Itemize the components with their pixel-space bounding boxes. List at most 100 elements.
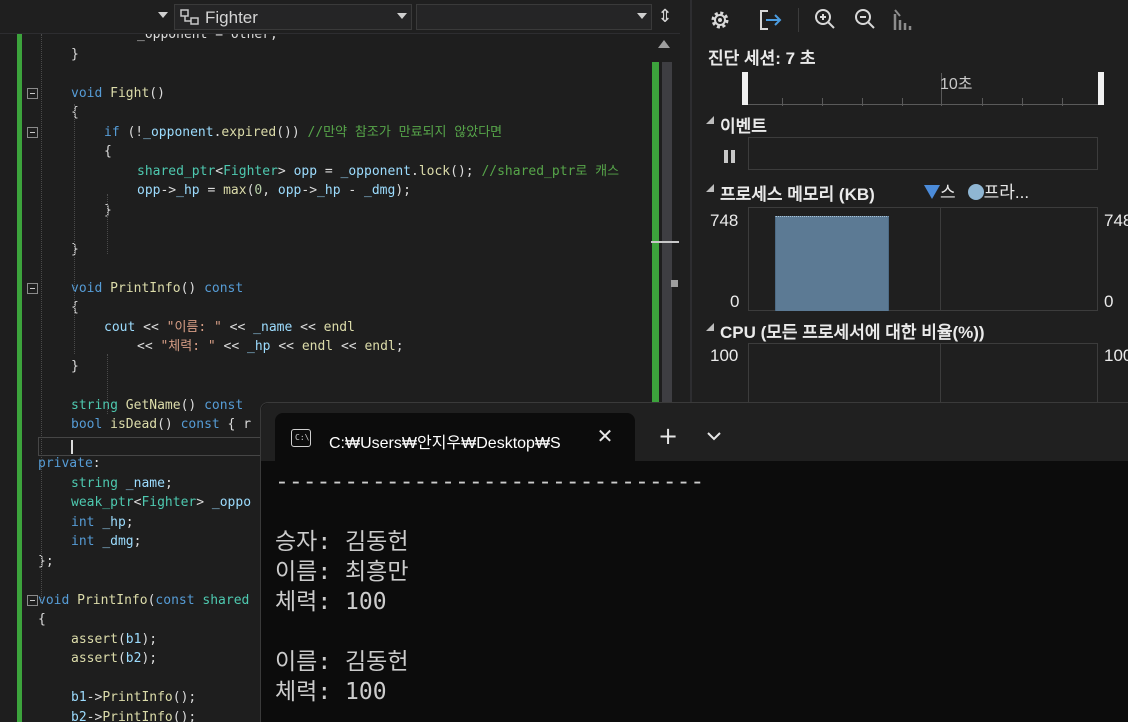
code-token: {: [104, 144, 112, 159]
terminal-tab[interactable]: C:\ C:₩Users₩안지우₩Desktop₩S ✕: [275, 413, 635, 461]
code-token: string: [71, 397, 126, 413]
code-line[interactable]: cout << "이름: " << _name << endl: [0, 318, 650, 337]
code-line[interactable]: shared_ptr<Fighter> opp = _opponent.lock…: [0, 162, 650, 181]
code-line[interactable]: }: [0, 45, 650, 64]
code-token: _oppo: [211, 495, 252, 510]
terminal-line: 체력: 100: [275, 679, 387, 705]
timeline-end-handle[interactable]: [1098, 72, 1104, 105]
collapse-triangle-icon[interactable]: [706, 116, 714, 124]
code-token: (: [117, 631, 126, 647]
code-line[interactable]: << "체력: " << _hp << endl << endl;: [0, 337, 650, 356]
timeline-tick: [982, 98, 983, 106]
code-token: ->: [86, 709, 103, 722]
code-token: GetName: [125, 397, 181, 413]
close-icon[interactable]: ✕: [595, 425, 615, 447]
new-tab-plus-icon[interactable]: +: [657, 423, 679, 449]
code-token: }: [71, 46, 79, 62]
navigation-bar: Fighter ⇕: [0, 0, 680, 34]
code-line[interactable]: if (!_opponent.expired()) //만약 참조가 만료되지 …: [0, 123, 650, 142]
code-token: //만약 참조가 만료되지 않았다면: [307, 124, 503, 140]
scrollbar-change-marker: [652, 62, 659, 407]
pause-icon[interactable]: [724, 150, 736, 163]
scrollbar-thumb[interactable]: [662, 62, 672, 407]
terminal-output[interactable]: ------------------------------- 승자: 김동헌 이름…: [275, 467, 1115, 707]
zoom-in-icon[interactable]: [814, 8, 836, 32]
fold-toggle-icon[interactable]: [27, 282, 38, 294]
code-line[interactable]: [0, 376, 650, 395]
code-line[interactable]: [0, 259, 650, 278]
code-text: void Fight(): [71, 84, 165, 103]
text-caret: [71, 440, 73, 454]
chart-icon[interactable]: [892, 8, 914, 32]
code-token: ()): [276, 124, 308, 140]
cpu-y-max-right: 100: [1104, 346, 1128, 365]
memory-y-min-left: 0: [730, 292, 740, 311]
code-token: int: [71, 514, 103, 530]
code-text: string _name;: [71, 474, 173, 493]
collapse-triangle-icon[interactable]: [706, 323, 714, 331]
code-line[interactable]: void Fight(): [0, 84, 650, 103]
code-token: endl: [364, 339, 396, 354]
code-token: <<: [270, 339, 302, 354]
code-line[interactable]: [0, 64, 650, 83]
member-dropdown[interactable]: [416, 4, 652, 30]
timeline-tick-label: 10초: [940, 76, 973, 93]
code-line[interactable]: [0, 220, 650, 239]
code-line[interactable]: void PrintInfo() const: [0, 279, 650, 298]
scroll-up-arrow-icon[interactable]: [658, 40, 670, 48]
terminal-line: 체력: 100: [275, 589, 387, 615]
events-track[interactable]: [748, 137, 1098, 170]
code-line[interactable]: }: [0, 357, 650, 376]
class-icon: [180, 9, 199, 25]
code-text: if (!_opponent.expired()) //만약 참조가 만료되지 …: [104, 123, 502, 142]
fold-toggle-icon[interactable]: [27, 87, 38, 99]
code-line[interactable]: }: [0, 201, 650, 220]
code-token: assert: [71, 631, 118, 647]
terminal-window[interactable]: C:\ C:₩Users₩안지우₩Desktop₩S ✕ + ---------…: [260, 402, 1128, 722]
chevron-down-icon: [158, 12, 168, 18]
gear-icon[interactable]: [708, 8, 732, 32]
code-token: );: [141, 651, 158, 666]
terminal-line: -------------------------------: [275, 469, 705, 495]
code-token: private: [38, 456, 93, 471]
export-icon[interactable]: [758, 8, 784, 32]
code-token: >: [196, 495, 212, 510]
code-token: b1: [71, 690, 87, 705]
code-token: <<: [137, 339, 161, 354]
code-line[interactable]: {: [0, 298, 650, 317]
code-token: "이름: ": [166, 319, 222, 335]
code-text: opp->_hp = max(0, opp->_hp - _dmg);: [137, 181, 411, 200]
code-token: const: [155, 592, 203, 608]
code-line[interactable]: opp->_hp = max(0, opp->_hp - _dmg);: [0, 181, 650, 200]
memory-y-max-left: 748: [710, 211, 739, 230]
terminal-line: 승자: 김동헌: [275, 529, 409, 555]
code-line[interactable]: }: [0, 240, 650, 259]
timeline-start-handle[interactable]: [742, 72, 748, 105]
code-line[interactable]: {: [0, 142, 650, 161]
code-text: weak_ptr<Fighter> _oppo: [71, 493, 251, 512]
code-token: PrintInfo: [102, 709, 173, 722]
code-token: }: [71, 358, 79, 374]
class-dropdown[interactable]: Fighter: [174, 4, 412, 30]
terminal-titlebar[interactable]: C:\ C:₩Users₩안지우₩Desktop₩S ✕ +: [261, 403, 1128, 461]
code-text: string GetName() const: [71, 396, 243, 415]
code-token: Fighter: [141, 495, 197, 510]
fold-toggle-icon[interactable]: [27, 126, 38, 138]
code-line[interactable]: _opponent = other;: [0, 34, 650, 44]
code-token: );: [141, 631, 158, 647]
fold-toggle-icon[interactable]: [27, 594, 38, 606]
code-token: <<: [135, 319, 167, 335]
zoom-out-icon[interactable]: [854, 8, 876, 32]
timeline-ruler[interactable]: [742, 72, 1106, 106]
code-line[interactable]: {: [0, 103, 650, 122]
code-token: ;: [125, 514, 134, 530]
project-dropdown[interactable]: [0, 4, 172, 30]
code-text: int _dmg;: [71, 532, 141, 551]
code-token: {: [38, 612, 46, 627]
collapse-triangle-icon[interactable]: [706, 184, 714, 192]
chevron-down-icon[interactable]: [703, 425, 725, 447]
code-text: _opponent = other;: [137, 34, 278, 44]
memory-chart[interactable]: [748, 207, 1098, 311]
session-duration-label: 진단 세션: 7 초: [708, 49, 816, 68]
split-editor-icon[interactable]: ⇕: [654, 4, 676, 30]
